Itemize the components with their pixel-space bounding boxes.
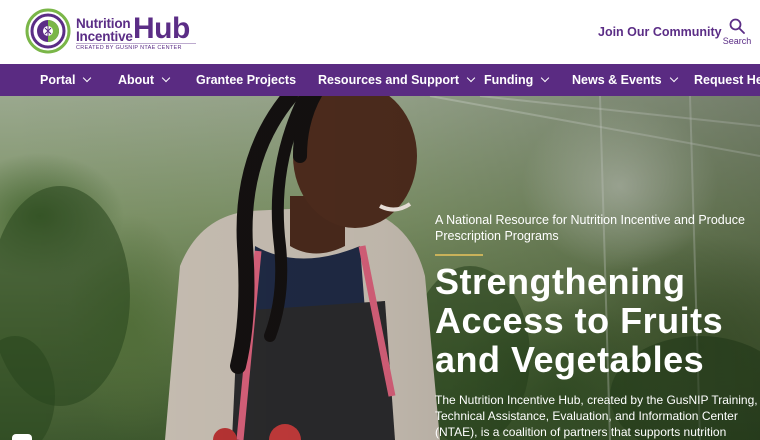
chevron-down-icon [541,73,550,83]
join-community-link[interactable]: Join Our Community [598,25,722,39]
nav-label: Grantee Projects [196,73,297,87]
chevron-down-icon [83,73,92,83]
hero-divider [435,254,483,256]
chat-widget-button[interactable] [12,434,32,440]
nav-label: About [118,73,155,87]
nav-label: Portal [40,73,76,87]
logo-hub: Hub [133,12,190,45]
chevron-down-icon [669,73,678,83]
hero-body: The Nutrition Incentive Hub, created by … [435,393,758,439]
nav-item-funding[interactable]: Funding [484,64,550,96]
logo-line2: Incentive [76,29,133,44]
search-icon [729,18,745,34]
logo-divider [76,43,196,44]
nav-item-grantee-projects[interactable]: Grantee Projects [196,64,296,96]
search-label: Search [722,36,752,46]
logo-tagline: CREATED BY GUSNIP NTAE CENTER [76,45,182,51]
chevron-down-icon [161,73,171,83]
logo-icon [25,8,71,54]
site-logo[interactable]: Nutrition Incentive Hub CREATED BY GUSNI… [25,8,196,54]
nav-item-request-help[interactable]: Request Help [694,64,760,96]
hero-banner: A National Resource for Nutrition Incent… [0,96,760,440]
hero-eyebrow: A National Resource for Nutrition Incent… [435,213,745,243]
main-nav: Portal About Grantee Projects Resources … [0,64,760,96]
nav-label: Resources and Support [318,73,459,87]
hero-headline: Strengthening Access to Fruits and Veget… [435,261,724,380]
nav-item-about[interactable]: About [118,64,171,96]
nav-item-portal[interactable]: Portal [40,64,92,96]
nav-item-news-events[interactable]: News & Events [572,64,678,96]
nav-label: Funding [484,73,534,87]
chevron-down-icon [466,73,476,83]
nav-item-resources[interactable]: Resources and Support [318,64,476,96]
nav-label: News & Events [572,73,662,87]
logo-wordmark: Nutrition Incentive Hub CREATED BY GUSNI… [76,8,196,54]
site-header: Nutrition Incentive Hub CREATED BY GUSNI… [0,0,760,64]
nav-label: Request Help [694,73,760,87]
search-button[interactable]: Search [722,18,752,46]
